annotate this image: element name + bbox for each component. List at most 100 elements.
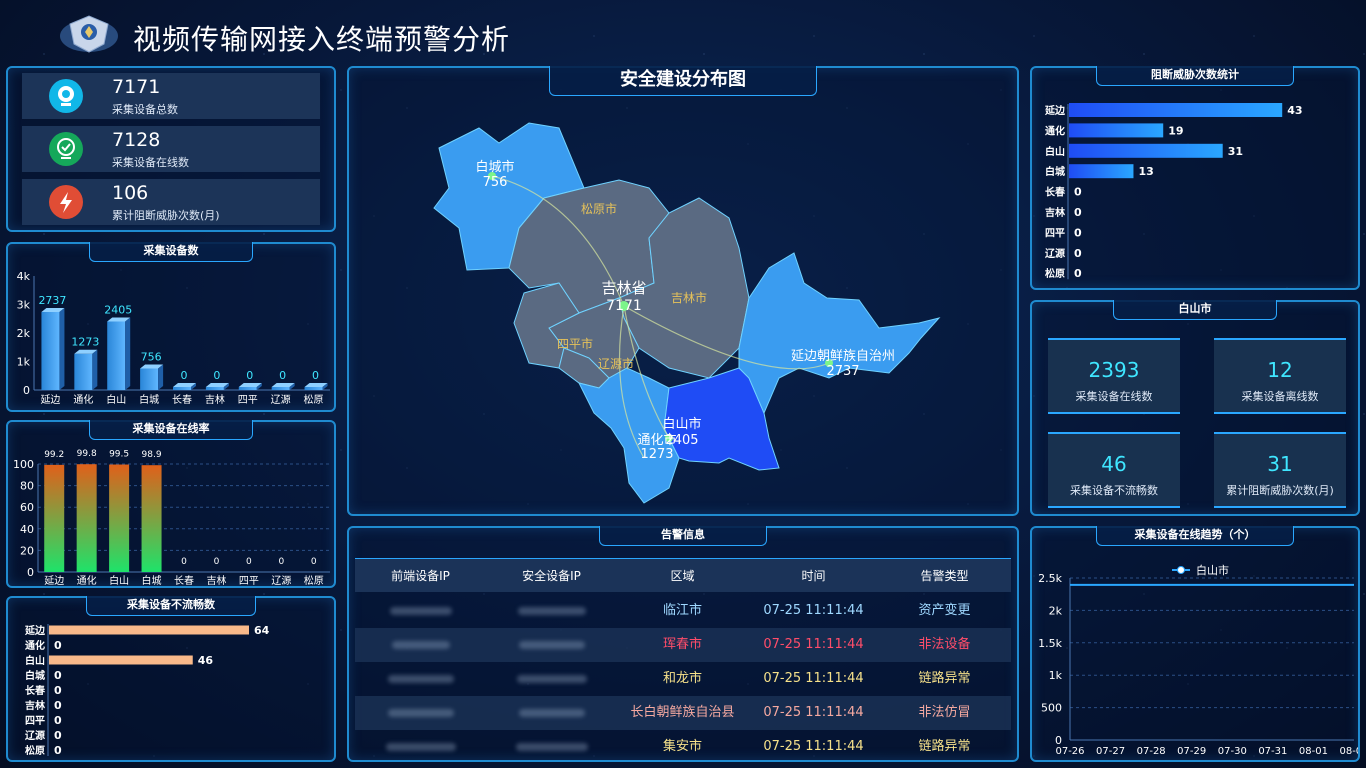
table-row[interactable]: 珲春市 07-25 11:11:44 非法设备	[355, 628, 1011, 662]
card-label: 采集设备不流畅数	[1070, 484, 1158, 497]
y-tick-label: 延边	[24, 624, 46, 637]
alerts-table-header: 前端设备IP 安全设备IP 区域 时间 告警类型	[355, 558, 1011, 592]
y-tick-label: 2.5k	[1038, 572, 1062, 585]
bar	[173, 387, 191, 390]
time-cell: 07-25 11:11:44	[763, 705, 864, 720]
bar	[1069, 103, 1283, 117]
x-tick-label: 辽源	[271, 393, 291, 406]
alerts-panel: 告警信息 前端设备IP 安全设备IP 区域 时间 告警类型 临江市 07-25 1…	[347, 526, 1019, 762]
data-label: 0	[1074, 247, 1082, 260]
data-label: 0	[246, 557, 252, 567]
bar	[304, 387, 323, 390]
data-label: 31	[1228, 145, 1243, 158]
data-label: 0	[54, 714, 62, 727]
y-tick-label: 吉林	[1045, 206, 1066, 219]
x-tick-label: 长春	[174, 575, 194, 586]
city-card-unsmooth: 46 采集设备不流畅数	[1048, 432, 1180, 508]
legend-label: 白山市	[1196, 563, 1229, 577]
security-ip-cell	[486, 628, 617, 662]
bar	[140, 368, 159, 390]
time-cell: 07-25 11:11:44	[763, 671, 864, 686]
bar	[76, 464, 97, 572]
map-label-liaoyuan: 辽源市	[598, 356, 634, 371]
redacted-ip	[387, 674, 454, 683]
x-tick-label: 松原	[304, 393, 324, 406]
data-label: 0	[54, 684, 62, 697]
y-tick-label: 3k	[17, 299, 31, 312]
redacted-ip	[516, 674, 587, 683]
data-label: 0	[279, 369, 286, 382]
column-header[interactable]: 时间	[748, 559, 879, 593]
data-label: 13	[1138, 165, 1153, 178]
camera-icon	[49, 79, 83, 113]
stat-total-devices: 7171 采集设备总数	[22, 73, 320, 119]
y-tick-label: 长春	[1045, 186, 1065, 199]
check-shield-icon	[49, 132, 83, 166]
stat-label: 采集设备总数	[112, 103, 178, 116]
city-card-offline: 12 采集设备离线数	[1214, 338, 1346, 414]
map-label-baicheng: 白城市	[475, 159, 514, 175]
data-label: 1273	[71, 336, 99, 349]
x-tick-label: 通化	[73, 393, 93, 406]
security-ip-cell	[486, 696, 617, 730]
data-label: 0	[54, 699, 62, 712]
data-label: 0	[278, 557, 284, 567]
data-label: 99.2	[44, 450, 64, 460]
data-label: 98.9	[142, 450, 162, 460]
map-label-yanbian: 延边朝鲜族自治州	[791, 348, 895, 364]
table-row[interactable]: 长白朝鲜族自治县 07-25 11:11:44 非法仿冒	[355, 696, 1011, 730]
x-tick-label: 07-28	[1137, 746, 1166, 757]
column-header[interactable]: 安全设备IP	[486, 559, 617, 593]
bar-side	[59, 307, 65, 390]
page-title: 视频传输网接入终端预警分析	[133, 23, 511, 56]
bar	[74, 353, 93, 390]
map-region-yanbian[interactable]	[738, 252, 941, 415]
x-tick-label: 通化	[77, 574, 97, 586]
bar	[1069, 164, 1134, 179]
redacted-ip	[515, 742, 588, 751]
time-cell: 07-25 11:11:44	[763, 739, 864, 754]
front-ip-cell	[355, 628, 486, 662]
table-row[interactable]: 集安市 07-25 11:11:44 链路异常	[355, 730, 1011, 764]
y-tick-label: 长春	[25, 684, 45, 697]
y-tick-label: 100	[13, 458, 34, 471]
bar	[49, 655, 193, 665]
stat-label: 累计阻断威胁次数(月)	[112, 209, 220, 222]
alert-type-cell: 非法仿冒	[918, 705, 971, 720]
column-header[interactable]: 区域	[617, 559, 748, 593]
table-row[interactable]: 和龙市 07-25 11:11:44 链路异常	[355, 662, 1011, 696]
y-tick-label: 1k	[1049, 669, 1063, 682]
data-label: 0	[1074, 226, 1082, 239]
y-tick-label: 白城	[25, 669, 45, 682]
summary-panel: 7171 采集设备总数 7128 采集设备在线数 106 累计阻断威胁次数(月)	[6, 66, 336, 232]
data-label: 0	[54, 744, 62, 757]
y-tick-label: 辽源	[1045, 247, 1065, 260]
card-label: 采集设备在线数	[1075, 390, 1153, 403]
y-tick-label: 松原	[25, 744, 45, 757]
column-header[interactable]: 告警类型	[879, 559, 1010, 593]
data-label: 19	[1168, 124, 1183, 137]
map-label-tonghua: 通化市	[637, 432, 676, 448]
column-header[interactable]: 前端设备IP	[355, 559, 486, 593]
x-tick-label: 白城	[139, 393, 159, 406]
x-tick-label: 08-02	[1339, 746, 1358, 757]
y-tick-label: 吉林	[25, 699, 46, 712]
stat-label: 采集设备在线数	[112, 156, 189, 169]
y-tick-label: 4k	[17, 270, 31, 283]
data-label: 0	[54, 639, 62, 652]
bar	[1069, 123, 1164, 138]
y-tick-label: 四平	[25, 715, 45, 727]
time-cell: 07-25 11:11:44	[763, 603, 864, 618]
time-cell: 07-25 11:11:44	[763, 637, 864, 652]
security-ip-cell	[486, 662, 617, 696]
y-tick-label: 白城	[1045, 165, 1065, 178]
redacted-ip	[391, 640, 450, 649]
bar-side	[92, 349, 98, 390]
legend-marker	[1177, 566, 1185, 574]
panel-title: 白山市	[1113, 300, 1277, 320]
map-label-province: 吉林省	[601, 279, 646, 297]
data-label: 0	[214, 557, 220, 567]
block-stats-chart: 延边 43 通化 19 白山 31 白城 13 长春 0 吉林 0 四平 0 辽源 0 松原 0	[1044, 103, 1303, 280]
region-cell: 长白朝鲜族自治县	[630, 705, 735, 720]
table-row[interactable]: 临江市 07-25 11:11:44 资产变更	[355, 594, 1011, 628]
